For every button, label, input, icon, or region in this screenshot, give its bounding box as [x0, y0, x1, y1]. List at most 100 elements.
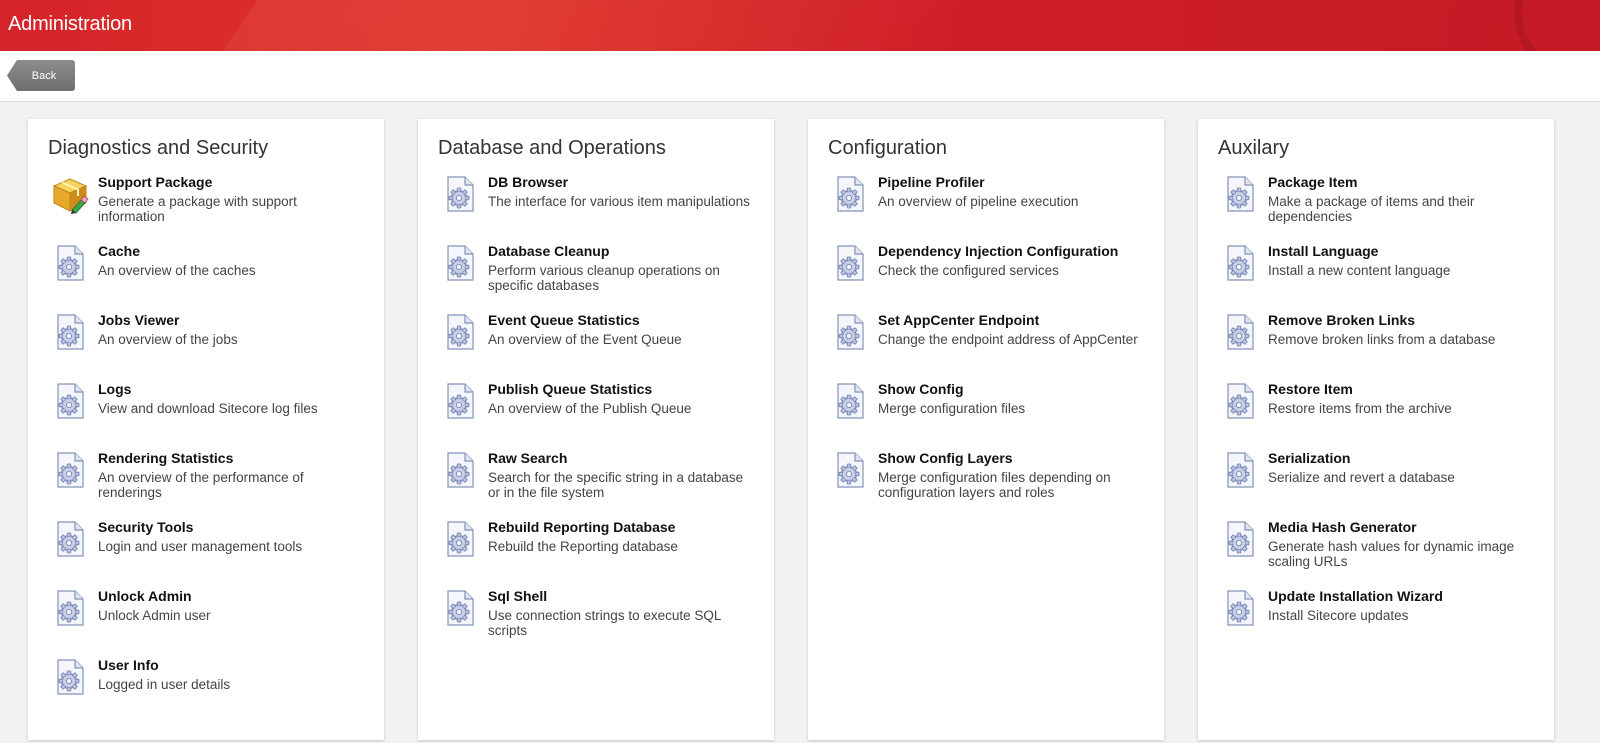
tool-item[interactable]: Show Config Merge configuration files	[808, 381, 1164, 450]
tool-item-description: An overview of the performance of render…	[98, 470, 304, 500]
tool-item-name[interactable]: Serialization	[1268, 450, 1536, 467]
tool-item[interactable]: Update Installation Wizard Install Siteco…	[1198, 588, 1554, 657]
tool-item-description: Generate hash values for dynamic image s…	[1268, 539, 1515, 569]
tool-item[interactable]: Sql Shell Use connection strings to execu…	[418, 588, 774, 657]
tool-item[interactable]: Rebuild Reporting Database Rebuild the Re…	[418, 519, 774, 588]
gear-document-icon	[830, 381, 870, 421]
tool-item-description: Install a new content language	[1268, 263, 1451, 278]
gear-document-icon	[830, 450, 870, 490]
tool-item[interactable]: Package Item Make a package of items and …	[1198, 174, 1554, 243]
panel-title: Configuration	[828, 137, 947, 159]
tool-item-name[interactable]: Update Installation Wizard	[1268, 588, 1536, 605]
tool-item[interactable]: Media Hash Generator Generate hash values…	[1198, 519, 1554, 588]
tool-item[interactable]: Event Queue Statistics An overview of the…	[418, 312, 774, 381]
tool-item-name[interactable]: Database Cleanup	[488, 243, 756, 260]
tool-item-text: Show Config Layers Merge configuration fi…	[878, 450, 1146, 519]
tool-item-name[interactable]: Support Package	[98, 174, 366, 191]
tool-item-text: Raw Search Search for the specific string…	[488, 450, 756, 519]
tool-item-name[interactable]: DB Browser	[488, 174, 756, 191]
tool-item-name[interactable]: Raw Search	[488, 450, 756, 467]
tool-item-name[interactable]: Package Item	[1268, 174, 1536, 191]
tool-item-text: Publish Queue Statistics An overview of t…	[488, 381, 756, 450]
tool-item[interactable]: Raw Search Search for the specific string…	[418, 450, 774, 519]
tool-item-text: User Info Logged in user details	[98, 657, 366, 726]
gear-document-icon	[440, 312, 480, 352]
tool-item-text: Unlock Admin Unlock Admin user	[98, 588, 366, 657]
tool-item-name[interactable]: Show Config Layers	[878, 450, 1146, 467]
tool-item[interactable]: Install Language Install a new content la…	[1198, 243, 1554, 312]
tool-item-name[interactable]: Event Queue Statistics	[488, 312, 756, 329]
gear-document-icon	[1220, 243, 1260, 283]
tool-item-text: Security Tools Login and user management …	[98, 519, 366, 588]
tool-item-name[interactable]: Security Tools	[98, 519, 366, 536]
tool-item-description: Remove broken links from a database	[1268, 332, 1496, 347]
tool-item-name[interactable]: Rebuild Reporting Database	[488, 519, 756, 536]
tool-item[interactable]: User Info Logged in user details	[28, 657, 384, 726]
tool-item-name[interactable]: Rendering Statistics	[98, 450, 366, 467]
tool-item-name[interactable]: Install Language	[1268, 243, 1536, 260]
gear-document-icon	[1220, 588, 1260, 628]
back-button[interactable]: Back	[7, 60, 75, 91]
tool-item-description: Login and user management tools	[98, 539, 303, 554]
tool-item-text: Rendering Statistics An overview of the p…	[98, 450, 366, 519]
tool-item-description: Perform various cleanup operations on sp…	[488, 263, 720, 293]
tool-item-name[interactable]: Remove Broken Links	[1268, 312, 1536, 329]
tool-item-text: Jobs Viewer An overview of the jobs	[98, 312, 366, 381]
tool-item-name[interactable]: Media Hash Generator	[1268, 519, 1536, 536]
tool-item-text: Restore Item Restore items from the archi…	[1268, 381, 1536, 450]
tool-item-description: Search for the specific string in a data…	[488, 470, 744, 500]
tool-item-description: Unlock Admin user	[98, 608, 211, 623]
gear-document-icon	[50, 243, 90, 283]
gear-document-icon	[830, 174, 870, 214]
gear-document-icon	[50, 519, 90, 559]
tool-item-description: Install Sitecore updates	[1268, 608, 1409, 623]
tool-item-name[interactable]: Show Config	[878, 381, 1146, 398]
tool-item-name[interactable]: Cache	[98, 243, 366, 260]
tool-item[interactable]: Security Tools Login and user management …	[28, 519, 384, 588]
tool-item[interactable]: Jobs Viewer An overview of the jobs	[28, 312, 384, 381]
tool-item-name[interactable]: Set AppCenter Endpoint	[878, 312, 1146, 329]
tool-item-name[interactable]: Publish Queue Statistics	[488, 381, 756, 398]
tool-item-name[interactable]: Restore Item	[1268, 381, 1536, 398]
tool-item-text: Media Hash Generator Generate hash values…	[1268, 519, 1536, 588]
tool-item-description: Make a package of items and their depend…	[1268, 194, 1475, 224]
tool-item-text: Cache An overview of the caches	[98, 243, 366, 312]
tool-item[interactable]: Unlock Admin Unlock Admin user	[28, 588, 384, 657]
gear-document-icon	[440, 174, 480, 214]
tool-item[interactable]: Publish Queue Statistics An overview of t…	[418, 381, 774, 450]
tool-item-name[interactable]: Logs	[98, 381, 366, 398]
tool-item[interactable]: DB Browser The interface for various item…	[418, 174, 774, 243]
tool-item[interactable]: Support Package Generate a package with s…	[28, 174, 384, 243]
gear-document-icon	[50, 588, 90, 628]
tool-item[interactable]: Restore Item Restore items from the archi…	[1198, 381, 1554, 450]
tool-item-text: Remove Broken Links Remove broken links f…	[1268, 312, 1536, 381]
tool-item[interactable]: Remove Broken Links Remove broken links f…	[1198, 312, 1554, 381]
tool-item-name[interactable]: Dependency Injection Configuration	[878, 243, 1146, 260]
tool-item-name[interactable]: User Info	[98, 657, 366, 674]
tool-item-name[interactable]: Jobs Viewer	[98, 312, 366, 329]
tool-item-description: Serialize and revert a database	[1268, 470, 1455, 485]
tool-item[interactable]: Logs View and download Sitecore log files	[28, 381, 384, 450]
tool-item[interactable]: Rendering Statistics An overview of the p…	[28, 450, 384, 519]
tool-item-text: Pipeline Profiler An overview of pipeline…	[878, 174, 1146, 243]
gear-document-icon	[1220, 174, 1260, 214]
tool-item[interactable]: Dependency Injection Configuration Check …	[808, 243, 1164, 312]
gear-document-icon	[50, 381, 90, 421]
tool-item-name[interactable]: Sql Shell	[488, 588, 756, 605]
gear-document-icon	[440, 450, 480, 490]
gear-document-icon	[440, 243, 480, 283]
tool-item-name[interactable]: Unlock Admin	[98, 588, 366, 605]
tool-item[interactable]: Set AppCenter Endpoint Change the endpoin…	[808, 312, 1164, 381]
tool-item-text: Package Item Make a package of items and …	[1268, 174, 1536, 243]
tool-item-description: Change the endpoint address of AppCenter	[878, 332, 1138, 347]
tool-item-text: Dependency Injection Configuration Check …	[878, 243, 1146, 312]
tool-item[interactable]: Cache An overview of the caches	[28, 243, 384, 312]
tool-item[interactable]: Database Cleanup Perform various cleanup …	[418, 243, 774, 312]
tool-item-name[interactable]: Pipeline Profiler	[878, 174, 1146, 191]
panel-diagnostics-and-security: Diagnostics and Security Support Package G…	[28, 119, 384, 740]
tool-item[interactable]: Serialization Serialize and revert a data…	[1198, 450, 1554, 519]
tool-item-description: Restore items from the archive	[1268, 401, 1452, 416]
gear-document-icon	[1220, 450, 1260, 490]
tool-item[interactable]: Pipeline Profiler An overview of pipeline…	[808, 174, 1164, 243]
tool-item[interactable]: Show Config Layers Merge configuration fi…	[808, 450, 1164, 519]
